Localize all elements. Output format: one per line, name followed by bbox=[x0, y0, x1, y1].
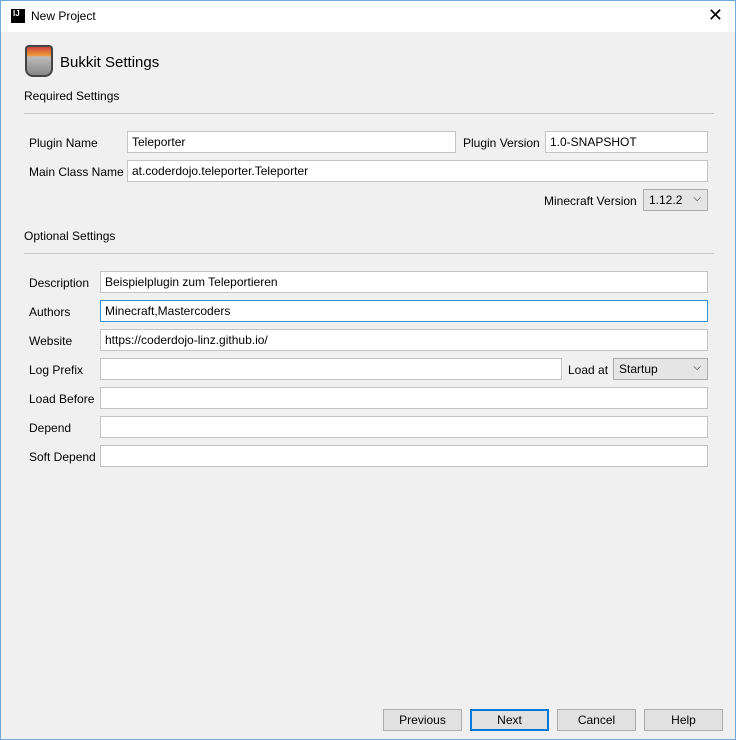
depend-input[interactable] bbox=[100, 416, 708, 438]
authors-input[interactable]: Minecraft,Mastercoders bbox=[100, 300, 708, 322]
load-before-label: Load Before bbox=[29, 392, 95, 406]
authors-label: Authors bbox=[29, 305, 71, 319]
optional-settings-heading: Optional Settings bbox=[24, 229, 116, 243]
depend-label: Depend bbox=[29, 421, 72, 435]
plugin-version-input[interactable]: 1.0-SNAPSHOT bbox=[545, 131, 708, 153]
load-before-input[interactable] bbox=[100, 387, 708, 409]
bukkit-icon bbox=[25, 45, 53, 77]
divider bbox=[24, 253, 714, 254]
close-icon[interactable]: ✕ bbox=[708, 5, 723, 26]
load-at-select[interactable]: Startup ⌵ bbox=[613, 358, 708, 380]
plugin-name-input[interactable]: Teleporter bbox=[127, 131, 456, 153]
cancel-button[interactable]: Cancel bbox=[557, 709, 636, 731]
soft-depend-label: Soft Depend bbox=[29, 450, 96, 464]
previous-button[interactable]: Previous bbox=[383, 709, 462, 731]
log-prefix-label: Log Prefix bbox=[29, 363, 84, 377]
main-class-input[interactable]: at.coderdojo.teleporter.Teleporter bbox=[127, 160, 708, 182]
title-bar: IJ New Project ✕ bbox=[1, 1, 735, 32]
soft-depend-input[interactable] bbox=[100, 445, 708, 467]
load-at-value: Startup bbox=[619, 362, 658, 376]
chevron-down-icon: ⌵ bbox=[693, 193, 701, 204]
intellij-icon: IJ bbox=[11, 9, 25, 23]
chevron-down-icon: ⌵ bbox=[693, 362, 701, 373]
page-title: Bukkit Settings bbox=[60, 54, 160, 71]
log-prefix-input[interactable] bbox=[100, 358, 562, 380]
website-label: Website bbox=[29, 334, 73, 348]
main-class-label: Main Class Name bbox=[29, 165, 124, 179]
minecraft-version-value: 1.12.2 bbox=[649, 193, 683, 207]
minecraft-version-label: Minecraft Version bbox=[544, 194, 637, 208]
description-label: Description bbox=[29, 276, 90, 290]
required-settings-heading: Required Settings bbox=[24, 89, 120, 103]
divider bbox=[24, 113, 714, 114]
window-title: New Project bbox=[31, 9, 96, 23]
load-at-label: Load at bbox=[568, 363, 609, 377]
help-button[interactable]: Help bbox=[644, 709, 723, 731]
plugin-version-label: Plugin Version bbox=[463, 136, 540, 150]
description-input[interactable]: Beispielplugin zum Teleportieren bbox=[100, 271, 708, 293]
plugin-name-label: Plugin Name bbox=[29, 136, 98, 150]
website-input[interactable]: https://coderdojo-linz.github.io/ bbox=[100, 329, 708, 351]
minecraft-version-select[interactable]: 1.12.2 ⌵ bbox=[643, 189, 708, 211]
next-button[interactable]: Next bbox=[470, 709, 549, 731]
